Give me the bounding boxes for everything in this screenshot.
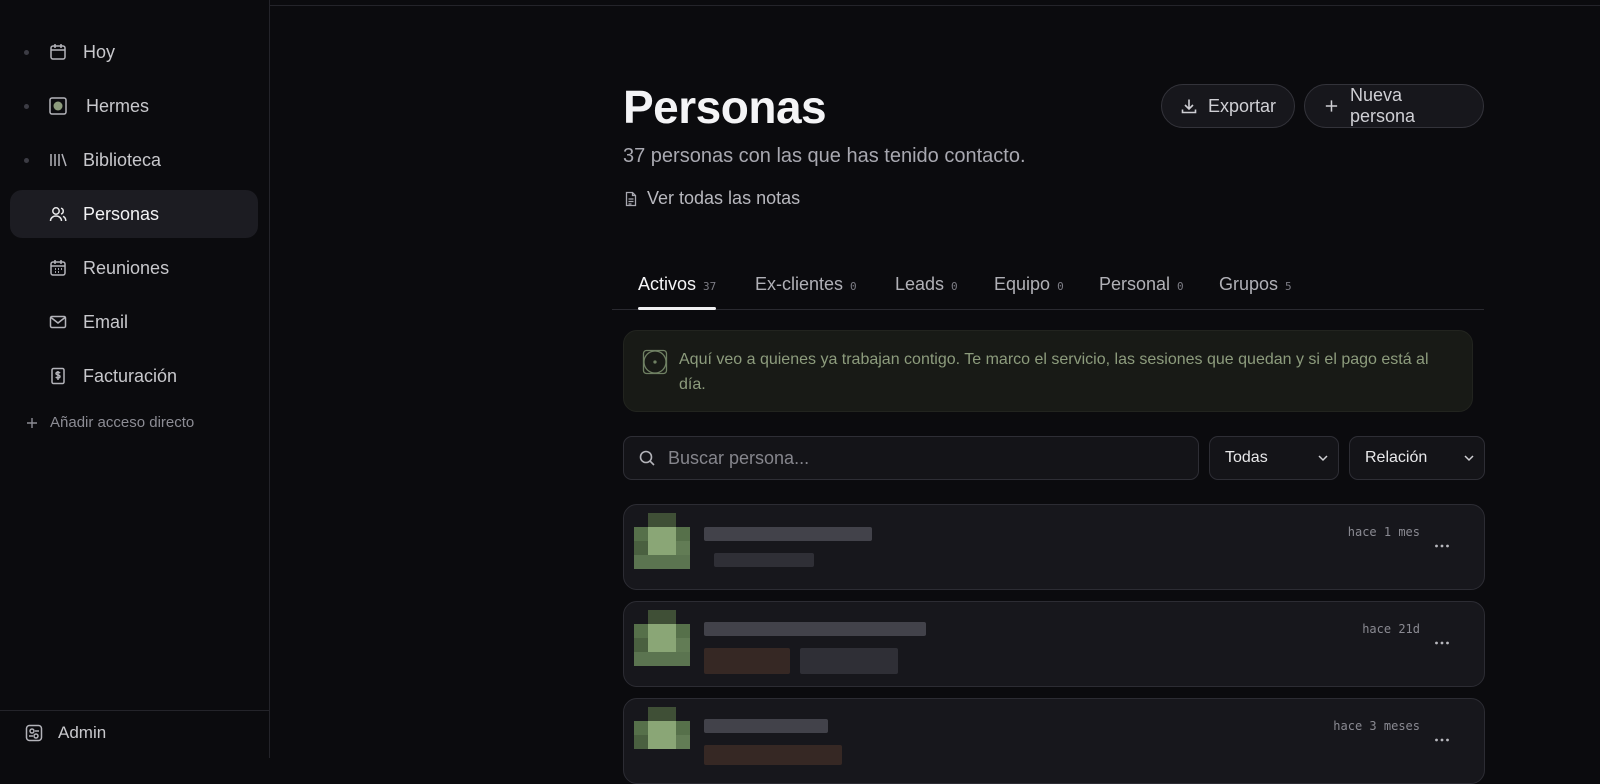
sidebar-footer: Admin bbox=[0, 710, 270, 758]
person-card[interactable]: hace 21d bbox=[623, 601, 1485, 687]
sidebar-nav: Hoy Hermes Biblioteca Personas Reuniones… bbox=[10, 28, 258, 406]
bullet-dot bbox=[24, 157, 29, 163]
chevron-down-icon bbox=[1318, 455, 1328, 462]
invoice-icon bbox=[51, 367, 65, 385]
tab-equipo[interactable]: Equipo 0 bbox=[994, 274, 1064, 310]
status-filter-value: Todas bbox=[1225, 449, 1268, 466]
calendar-grid-icon bbox=[50, 260, 66, 276]
more-options-icon[interactable] bbox=[1434, 733, 1450, 747]
tab-count: 0 bbox=[850, 280, 857, 293]
admin-label: Admin bbox=[58, 723, 107, 742]
library-icon bbox=[50, 153, 67, 167]
relation-filter-select[interactable]: Relación bbox=[1349, 436, 1485, 480]
sidebar-item-reuniones[interactable]: Reuniones bbox=[10, 244, 258, 292]
tab-label: Grupos bbox=[1219, 274, 1279, 294]
page-title: Personas bbox=[623, 81, 827, 133]
sidebar-item-label: Hoy bbox=[83, 41, 116, 62]
sidebar-item-biblioteca[interactable]: Biblioteca bbox=[10, 136, 258, 184]
tab-count: 0 bbox=[1177, 280, 1184, 293]
people-icon bbox=[49, 207, 67, 222]
tab-leads[interactable]: Leads 0 bbox=[895, 274, 958, 310]
tab-ex-clientes[interactable]: Ex-clientes 0 bbox=[755, 274, 857, 310]
info-banner: Aquí veo a quienes ya trabajan contigo. … bbox=[623, 330, 1473, 412]
mail-icon bbox=[49, 315, 67, 329]
bullet-dot bbox=[24, 49, 29, 55]
last-contact-time: hace 21d bbox=[1362, 622, 1420, 636]
download-icon bbox=[1181, 99, 1197, 114]
tab-label: Activos bbox=[638, 274, 697, 294]
bullet-dot bbox=[24, 103, 29, 109]
add-shortcut-button[interactable]: Añadir acceso directo bbox=[24, 414, 194, 431]
search-input[interactable] bbox=[668, 438, 1188, 478]
person-card[interactable]: hace 1 mes bbox=[623, 504, 1485, 590]
tab-count: 37 bbox=[703, 280, 717, 293]
export-label: Exportar bbox=[1208, 95, 1277, 116]
tab-label: Equipo bbox=[994, 274, 1051, 294]
tab-bar: Activos 37 Ex-clientes 0 Leads 0 Equipo … bbox=[612, 265, 1484, 310]
export-button[interactable]: Exportar bbox=[1161, 84, 1296, 128]
status-filter-select[interactable]: Todas bbox=[1209, 436, 1339, 480]
tab-grupos[interactable]: Grupos 5 bbox=[1219, 274, 1292, 310]
new-person-label: Nueva persona bbox=[1349, 85, 1416, 126]
hermes-icon bbox=[49, 97, 67, 115]
sidebar-item-personas[interactable]: Personas bbox=[10, 190, 258, 238]
search-field[interactable] bbox=[623, 436, 1199, 480]
sidebar-item-hermes[interactable]: Hermes bbox=[10, 82, 258, 130]
main-content: Personas 37 personas con las que has ten… bbox=[612, 0, 1485, 784]
info-banner-text: Aquí veo a quienes ya trabajan contigo. … bbox=[679, 351, 1429, 393]
sidebar-item-hoy[interactable]: Hoy bbox=[10, 28, 258, 76]
sidebar-item-facturacion[interactable]: Facturación bbox=[10, 352, 258, 400]
avatar bbox=[634, 707, 690, 763]
tab-label: Ex-clientes bbox=[755, 274, 844, 294]
new-person-button[interactable]: Nueva persona bbox=[1304, 84, 1484, 128]
avatar bbox=[634, 610, 690, 666]
person-card[interactable]: hace 3 meses bbox=[623, 698, 1485, 784]
sidebar-item-label: Biblioteca bbox=[83, 149, 162, 170]
relation-filter-value: Relación bbox=[1365, 449, 1428, 466]
tab-count: 5 bbox=[1285, 280, 1292, 293]
last-contact-time: hace 3 meses bbox=[1333, 719, 1420, 733]
document-icon bbox=[625, 191, 637, 206]
view-notes-link[interactable]: Ver todas las notas bbox=[623, 188, 800, 209]
tab-activos[interactable]: Activos 37 bbox=[638, 274, 717, 310]
avatar bbox=[634, 513, 690, 569]
sidebar: Hoy Hermes Biblioteca Personas Reuniones… bbox=[0, 0, 270, 758]
more-options-icon[interactable] bbox=[1434, 539, 1450, 553]
admin-icon bbox=[25, 724, 43, 742]
last-contact-time: hace 1 mes bbox=[1347, 525, 1420, 539]
tab-label: Leads bbox=[895, 274, 945, 294]
plus-icon bbox=[1325, 100, 1338, 112]
hermes-icon bbox=[642, 349, 668, 375]
sidebar-item-label: Hermes bbox=[86, 95, 150, 116]
tab-count: 0 bbox=[1057, 280, 1064, 293]
tab-label: Personal bbox=[1099, 274, 1171, 294]
tab-count: 0 bbox=[951, 280, 958, 293]
add-shortcut-label: Añadir acceso directo bbox=[50, 414, 195, 431]
view-notes-label: Ver todas las notas bbox=[647, 188, 801, 208]
sidebar-item-label: Email bbox=[83, 311, 129, 332]
page-subtitle: 37 personas con las que has tenido conta… bbox=[623, 145, 1026, 167]
tab-personal[interactable]: Personal 0 bbox=[1099, 274, 1184, 310]
chevron-down-icon bbox=[1464, 455, 1474, 462]
sidebar-item-email[interactable]: Email bbox=[10, 298, 258, 346]
sidebar-item-label: Reuniones bbox=[83, 257, 170, 278]
more-options-icon[interactable] bbox=[1434, 636, 1450, 650]
plus-icon bbox=[27, 417, 37, 428]
sidebar-item-label: Personas bbox=[83, 203, 160, 224]
sidebar-item-label: Facturación bbox=[83, 365, 178, 386]
search-icon bbox=[639, 450, 655, 466]
calendar-icon bbox=[50, 44, 66, 60]
admin-button[interactable]: Admin bbox=[24, 723, 106, 743]
